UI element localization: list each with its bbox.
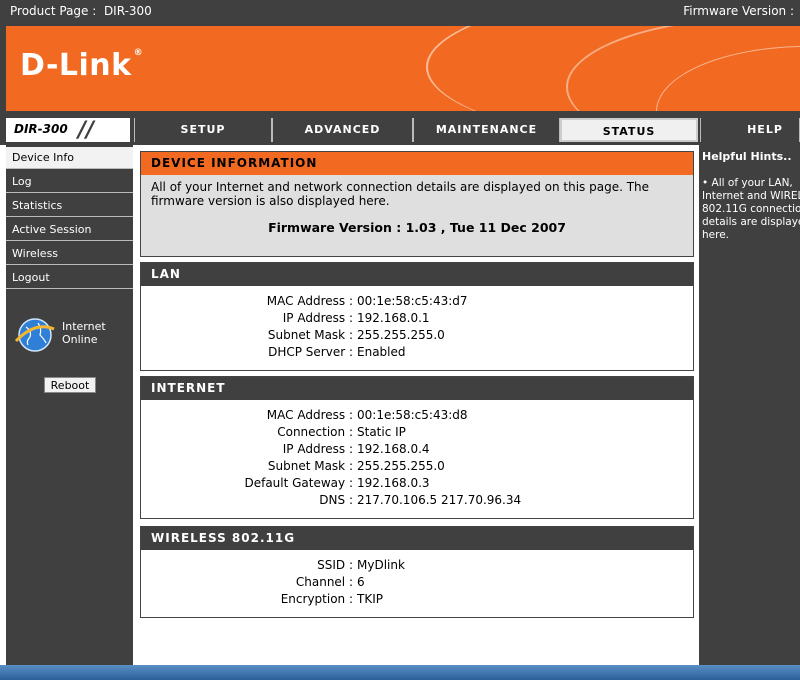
table-row: MAC Address : 00:1e:58:c5:43:d8 [141,408,693,425]
row-label: IP Address : [282,442,353,456]
nav-bar: DIR-300 // SETUP ADVANCED MAINTENANCE ST… [0,115,800,145]
top-bar: Product Page : DIR-300 Firmware Version … [0,0,800,23]
logo-text: D-Link [20,48,132,83]
row-value: 192.168.0.3 [357,476,430,490]
device-info-title: DEVICE INFORMATION [141,152,693,175]
row-value: 192.168.0.1 [357,311,430,325]
table-row: Encryption : TKIP [141,592,693,609]
bullet: • [702,177,709,189]
table-row: Connection : Static IP [141,425,693,442]
row-value: MyDlink [357,558,405,572]
device-info-panel: DEVICE INFORMATION All of your Internet … [140,151,694,257]
device-info-description: All of your Internet and network connect… [151,180,650,208]
table-row: SSID : MyDlink [141,558,693,575]
table-row: DHCP Server : Enabled [141,345,693,362]
reboot-button[interactable]: Reboot [44,377,96,393]
row-label: Encryption : [280,592,353,606]
helpful-hints-title: Helpful Hints.. [702,150,792,163]
table-row: Channel : 6 [141,575,693,592]
internet-panel: INTERNET MAC Address :00:1e:58:c5:43:d8 … [140,376,694,519]
row-label: Subnet Mask : [267,328,353,342]
hint-text: All of your LAN, Internet and WIRELESS 8… [702,177,800,241]
table-row: MAC Address : 00:1e:58:c5:43:d7 [141,294,693,311]
row-value: 217.70.106.5 217.70.96.34 [357,493,522,507]
tab-setup[interactable]: SETUP [134,118,272,142]
internet-status-line1: Internet [62,320,106,333]
row-label: SSID : [317,558,353,572]
row-label: MAC Address : [266,408,353,422]
sidebar-item-device-info[interactable]: Device Info [6,147,133,169]
row-value: Enabled [357,345,406,359]
internet-title: INTERNET [141,377,693,400]
table-row: Default Gateway : 192.168.0.3 [141,476,693,493]
sidebar-item-statistics[interactable]: Statistics [6,195,133,217]
row-value: Static IP [357,425,406,439]
wireless-title: WIRELESS 802.11G [141,527,693,550]
row-label: DHCP Server : [268,345,353,359]
slash-decoration: // [78,118,95,143]
header-banner: D-Link ® [6,26,800,111]
row-value: 255.255.255.0 [357,459,445,473]
product-page-label: Product Page : [10,4,97,18]
table-row: Subnet Mask : 255.255.255.0 [141,328,693,345]
lan-title: LAN [141,263,693,286]
tab-maintenance[interactable]: MAINTENANCE [413,118,560,142]
header-frame: D-Link ® [0,23,800,115]
row-value: 192.168.0.4 [357,442,430,456]
row-label: Subnet Mask : [267,459,353,473]
row-label: DNS : [319,493,353,507]
internet-status: Internet Online [62,320,106,346]
row-label: Default Gateway : [244,476,353,490]
row-label: Channel : [295,575,353,589]
globe-icon [14,318,55,352]
tab-advanced[interactable]: ADVANCED [272,118,413,142]
os-taskbar [0,665,800,680]
wireless-panel: WIRELESS 802.11G SSID : MyDlink Channel :… [140,526,694,618]
main-content: DEVICE INFORMATION All of your Internet … [133,145,699,665]
helpful-hints-text: • All of your LAN, Internet and WIRELESS… [702,177,800,242]
row-value: 255.255.255.0 [357,328,445,342]
lan-panel: LAN MAC Address : 00:1e:58:c5:43:d7 IP Ad… [140,262,694,371]
firmware-version-text: Firmware Version : 1.03 , Tue 11 Dec 200… [268,220,566,235]
row-label: Connection : [277,425,353,439]
row-label: MAC Address : [266,294,353,308]
table-row: IP Address : 192.168.0.1 [141,311,693,328]
tab-help[interactable]: HELP [700,118,800,142]
registered-mark: ® [133,48,144,58]
table-row: Subnet Mask : 255.255.255.0 [141,459,693,476]
table-row: IP Address : 192.168.0.4 [141,442,693,459]
model-badge: DIR-300 // [6,118,130,143]
row-value: TKIP [357,592,383,606]
model-name: DIR-300 [14,122,68,136]
dlink-logo: D-Link ® [20,48,143,83]
sidebar-item-active-session[interactable]: Active Session [6,219,133,241]
sidebar-item-log[interactable]: Log [6,171,133,193]
row-value: 6 [357,575,365,589]
sidebar: Device Info Log Statistics Active Sessio… [6,145,133,665]
row-value: 00:1e:58:c5:43:d8 [357,408,468,422]
help-panel: Helpful Hints.. • All of your LAN, Inter… [699,145,800,665]
sidebar-item-wireless[interactable]: Wireless [6,243,133,265]
product-page-text: Product Page : DIR-300 [10,0,152,23]
internet-status-line2: Online [62,333,98,346]
sidebar-item-logout[interactable]: Logout [6,267,133,289]
table-row: DNS : 217.70.106.5 217.70.96.34 [141,493,693,510]
product-name: DIR-300 [103,4,152,18]
firmware-version-label: Firmware Version : [683,4,794,18]
row-label: IP Address : [282,311,353,325]
row-value: 00:1e:58:c5:43:d7 [357,294,468,308]
tab-status[interactable]: STATUS [560,118,698,142]
